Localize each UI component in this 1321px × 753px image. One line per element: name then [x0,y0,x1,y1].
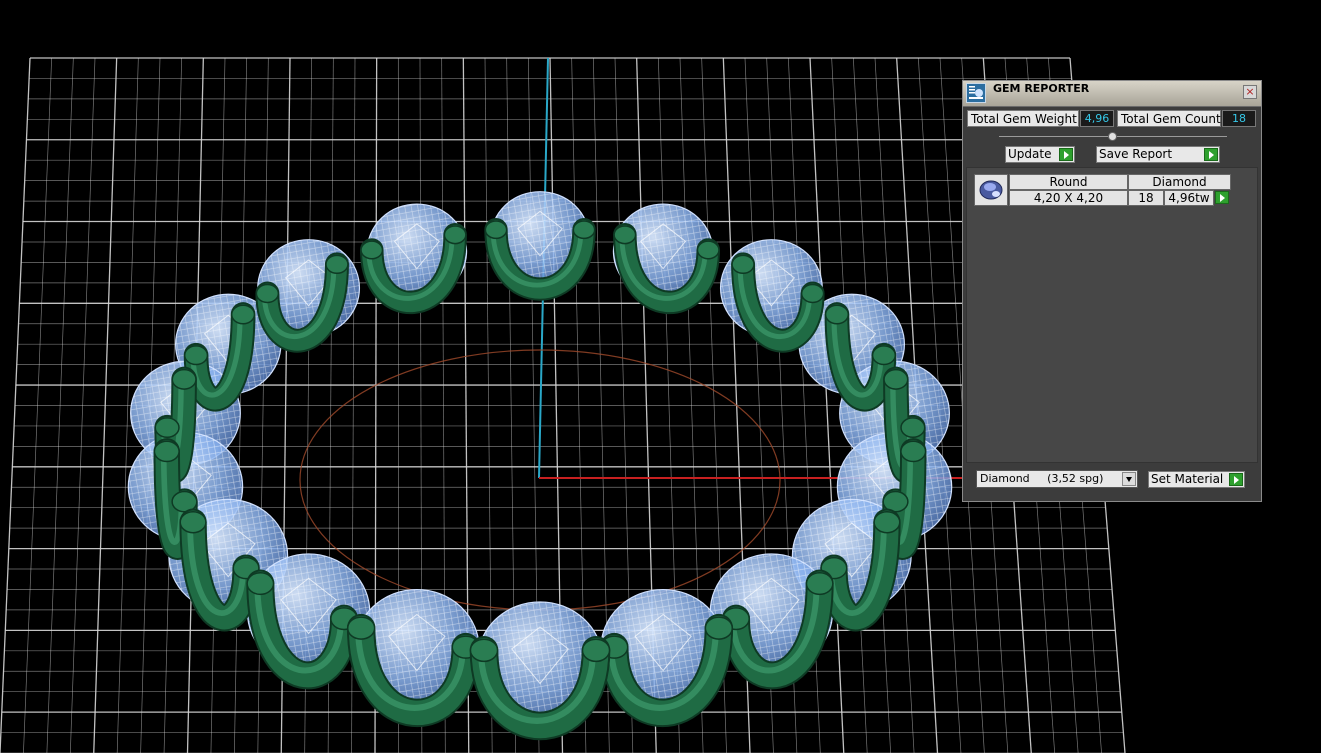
chevron-down-icon [1122,472,1136,486]
prong-tip [183,345,209,366]
panel-title: GEM REPORTER [993,82,1090,95]
prong-tip [581,638,611,663]
prong-tip [696,240,720,260]
prong-tip [153,440,180,463]
gem-material: Diamond [1128,174,1231,190]
gem-count: 18 [1128,190,1164,206]
play-arrow-icon [1229,473,1243,486]
set-material-button[interactable]: Set Material [1148,471,1245,488]
prong-tip [255,283,280,304]
prong-tip [731,254,755,275]
prong-tip [179,510,207,534]
play-arrow-icon [1059,148,1073,161]
close-icon[interactable]: × [1243,85,1257,99]
material-select-value: Diamond (3,52 spg) [980,472,1104,485]
prong-tip [900,440,927,463]
prong-tip [613,225,637,245]
play-arrow-icon [1204,148,1218,161]
prong-tip [900,417,926,439]
prong-tip [346,616,376,640]
total-gem-weight-label: Total Gem Weight [967,110,1079,127]
gem-weight: 4,96tw [1164,190,1214,206]
total-gem-count-value: 18 [1222,110,1256,127]
prong-tip [704,616,734,640]
gem-list: Round Diamond 4,20 X 4,20 18 4,96tw [966,167,1258,463]
prong-tip [325,254,349,275]
prong-tip [443,225,467,245]
prong-tip [360,240,384,260]
prong-tip [484,220,508,240]
gem-reporter-icon [966,83,986,103]
gem-reporter-panel: GEM REPORTER × Total Gem Weight 4,96 Tot… [962,80,1262,502]
prong-tip [805,571,834,596]
prong-tip [873,510,901,534]
total-gem-weight-value: 4,96 [1080,110,1114,127]
prong-tip [246,571,275,596]
prong-tip [154,417,180,439]
update-label: Update [1008,147,1052,161]
prong-tip [469,638,499,663]
play-arrow-icon[interactable] [1215,191,1229,204]
round-diamond-icon [974,174,1008,206]
prong-tip [824,304,850,325]
panel-titlebar[interactable]: GEM REPORTER × [963,81,1261,107]
prong-tip [871,345,897,366]
total-gem-count-label: Total Gem Count [1117,110,1221,127]
gem-size: 4,20 X 4,20 [1009,190,1128,206]
save-report-button[interactable]: Save Report [1096,146,1220,163]
prong-tip [230,304,256,325]
slider-knob[interactable] [1108,132,1117,141]
prong-tip [800,283,825,304]
material-select[interactable]: Diamond (3,52 spg) [976,470,1138,488]
prong-tip [883,368,909,390]
prong-tip [171,368,197,390]
prong-tip [572,220,596,240]
update-button[interactable]: Update [1005,146,1075,163]
gem-shape: Round [1009,174,1128,190]
set-material-label: Set Material [1151,472,1224,486]
save-report-label: Save Report [1099,147,1173,161]
